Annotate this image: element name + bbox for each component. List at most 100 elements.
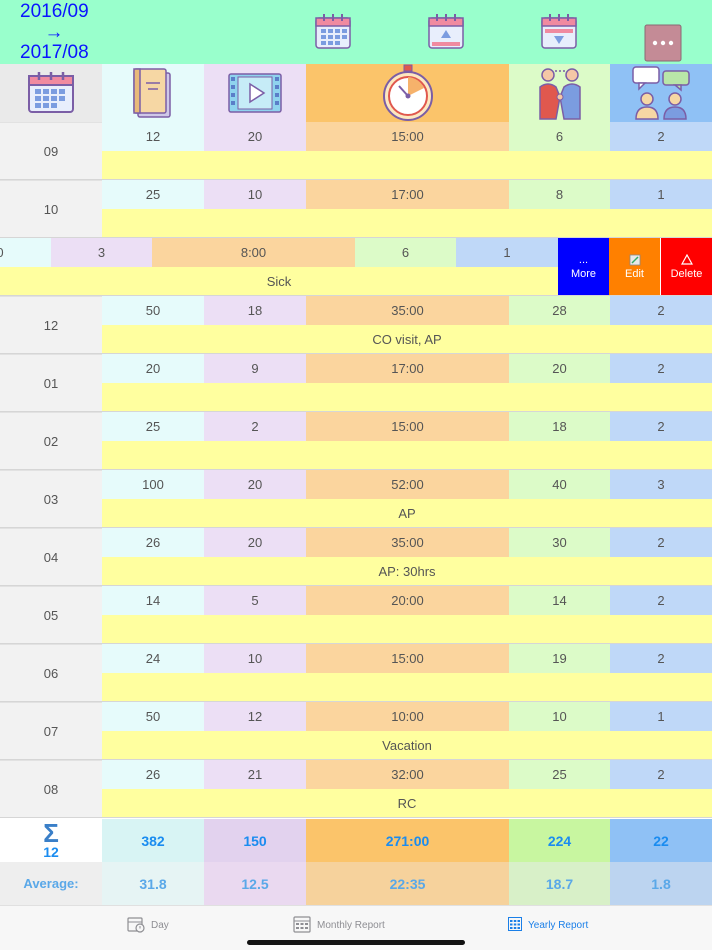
month-row[interactable]: 08 26 21 32:00 25 2 RC	[0, 760, 712, 818]
month-row[interactable]: 01 20 9 17:00 20 2	[0, 354, 712, 412]
value-cell-2: 10	[204, 644, 306, 673]
note-cell	[102, 615, 712, 643]
tab-monthly-report-label: Monthly Report	[317, 919, 385, 931]
value-cell-5: 2	[610, 586, 712, 615]
value-cell-4: 6	[355, 238, 456, 267]
more-action-button[interactable]: ... More	[558, 238, 609, 295]
month-label: 08	[0, 760, 102, 817]
totals-label: Σ 12	[0, 819, 102, 862]
value-cell-1: 26	[102, 760, 204, 789]
month-count: 12	[43, 844, 59, 860]
video-icon	[204, 64, 306, 122]
yearly-report-screen: { "header": { "range_start": "2016/09", …	[0, 0, 712, 950]
value-cell-4: 6	[509, 122, 610, 151]
month-row[interactable]: 07 50 12 10:00 10 1 Vacation	[0, 702, 712, 760]
tab-yearly-report[interactable]: Yearly Report	[508, 914, 588, 936]
value-cell-5: 2	[610, 354, 712, 383]
average-time: 22:35	[306, 862, 509, 905]
range-arrow: →	[44, 21, 64, 43]
more-icon[interactable]	[644, 24, 682, 62]
note-cell	[102, 673, 712, 701]
value-cell-5: 2	[610, 412, 712, 441]
month-row[interactable]: 04 26 20 35:00 30 2 AP: 30hrs	[0, 528, 712, 586]
time-cell: 8:00	[152, 238, 355, 267]
month-label: 01	[0, 354, 102, 411]
month-row[interactable]: 12 50 18 35:00 28 2 CO visit, AP	[0, 296, 712, 354]
value-cell-4: 19	[509, 644, 610, 673]
average-4: 18.7	[509, 862, 610, 905]
month-row[interactable]: 02 25 2 15:00 18 2	[0, 412, 712, 470]
date-range[interactable]: 2016/09 → 2017/08	[20, 1, 89, 64]
delete-action-button[interactable]: Delete	[661, 238, 712, 295]
value-cell-4: 8	[509, 180, 610, 209]
time-cell: 20:00	[306, 586, 509, 615]
value-cell-2: 3	[51, 238, 152, 267]
month-row[interactable]: 03 100 20 52:00 40 3 AP	[0, 470, 712, 528]
total-1: 382	[102, 819, 204, 862]
sigma-icon: Σ	[43, 818, 59, 848]
value-cell-2: 20	[204, 528, 306, 557]
value-cell-4: 30	[509, 528, 610, 557]
totals-section: Σ 12 382 150 271:00 224 22 Average: 31.8…	[0, 819, 712, 905]
total-5: 22	[610, 819, 712, 862]
value-cell-5: 2	[610, 296, 712, 325]
value-cell-5: 2	[610, 528, 712, 557]
value-cell-5: 2	[610, 122, 712, 151]
month-row[interactable]: 09 12 20 15:00 6 2	[0, 122, 712, 180]
month-label: 09	[0, 122, 102, 179]
value-cell-2: 2	[204, 412, 306, 441]
value-cell-2: 12	[204, 702, 306, 731]
value-cell-2: 10	[204, 180, 306, 209]
stopwatch-icon	[306, 64, 509, 122]
more-dots-icon: ...	[578, 253, 589, 266]
tab-day[interactable]: Day	[127, 914, 169, 936]
month-row[interactable]: 10 25 10 17:00 8 1	[0, 180, 712, 238]
tab-yearly-report-label: Yearly Report	[528, 919, 589, 931]
calendar-icon	[0, 64, 102, 122]
time-cell: 35:00	[306, 528, 509, 557]
value-cell-2: 9	[204, 354, 306, 383]
note-cell	[102, 383, 712, 411]
month-label: 12	[0, 296, 102, 353]
tab-monthly-report[interactable]: Monthly Report	[293, 914, 385, 936]
tab-day-label: Day	[151, 919, 169, 931]
value-cell-4: 18	[509, 412, 610, 441]
month-calendar-icon	[293, 915, 311, 936]
range-end: 2017/08	[20, 42, 89, 63]
edit-action-button[interactable]: Edit	[609, 238, 660, 295]
time-cell: 15:00	[306, 412, 509, 441]
handshake-icon	[509, 64, 610, 122]
value-cell-2: 18	[204, 296, 306, 325]
home-indicator	[247, 940, 465, 945]
value-cell-1: 20	[102, 354, 204, 383]
value-cell-4: 14	[509, 586, 610, 615]
column-header-row	[0, 64, 712, 122]
more-action-label: More	[570, 267, 597, 280]
calendar-grid-icon[interactable]	[314, 12, 352, 52]
value-cell-1: 25	[102, 412, 204, 441]
time-cell: 15:00	[306, 122, 509, 151]
average-5: 1.8	[610, 862, 712, 905]
note-cell: RC	[102, 789, 712, 817]
month-row[interactable]: 06 24 10 15:00 19 2	[0, 644, 712, 702]
conversation-icon	[610, 64, 712, 122]
value-cell-1: 0	[0, 238, 51, 267]
total-2: 150	[204, 819, 306, 862]
value-cell-5: 1	[456, 238, 558, 267]
value-cell-5: 1	[610, 180, 712, 209]
value-cell-5: 2	[610, 644, 712, 673]
total-time: 271:00	[306, 819, 509, 862]
month-label: 05	[0, 586, 102, 643]
value-cell-1: 24	[102, 644, 204, 673]
calendar-down-icon[interactable]	[540, 12, 578, 52]
month-row-swiped[interactable]: 0 3 8:00 6 1 Sick ... More Edit Delete	[0, 238, 712, 296]
time-cell: 17:00	[306, 180, 509, 209]
calendar-up-icon[interactable]	[427, 12, 465, 52]
average-1: 31.8	[102, 862, 204, 905]
year-calendar-icon	[508, 916, 522, 934]
value-cell-1: 12	[102, 122, 204, 151]
note-cell: Sick	[0, 267, 558, 295]
month-label: 07	[0, 702, 102, 759]
edit-action-label: Edit	[625, 267, 644, 280]
month-row[interactable]: 05 14 5 20:00 14 2	[0, 586, 712, 644]
